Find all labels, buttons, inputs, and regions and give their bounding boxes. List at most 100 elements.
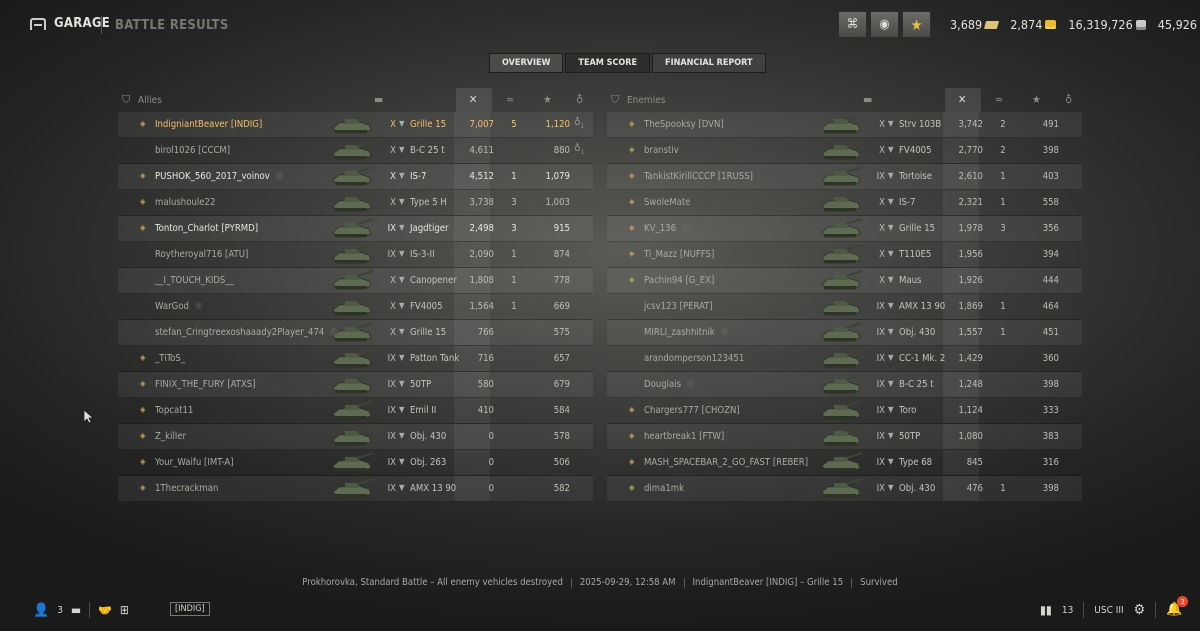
table-row[interactable]: ◈ IndigniantBeaver [INDIG] X ▼ Grille 15 7,00… — [118, 112, 593, 138]
notifications-button[interactable]: 🔔 3 — [1166, 596, 1188, 618]
clan-emblem-icon: ◈ — [140, 483, 146, 492]
bonds-button[interactable]: ◉ — [870, 11, 899, 38]
table-row[interactable]: arandomperson123451 IX ▼ CC-1 Mk. 2 1,429 360 — [607, 346, 1082, 372]
player-name: _TiToS_ — [155, 353, 186, 364]
player-name: TheSpooksy [DVN] — [644, 119, 724, 130]
medal-count: 1 — [580, 149, 585, 156]
vehicle-class-icon: ▼ — [399, 119, 405, 128]
vehicle-name: IS-3-II — [410, 249, 435, 260]
tank-icon[interactable]: ▬ — [863, 93, 872, 106]
table-row[interactable]: ◈ KV_136 X ▼ Grille 15 1,978 3 356 ◎ — [607, 216, 1082, 242]
frags-column-icon[interactable]: ≈ — [506, 93, 514, 106]
clan-tag-button[interactable]: [INDIG] — [170, 602, 210, 616]
table-row[interactable]: ◈ malushoule22 X ▼ Type 5 H 3,738 3 1,003 — [118, 190, 593, 216]
vehicle-class-icon: ▼ — [888, 327, 894, 336]
table-row[interactable]: ◈ Topcat11 IX ▼ Emil II 410 584 — [118, 398, 593, 424]
damage-sort-icon[interactable]: ✕ — [958, 93, 966, 106]
friends-icon[interactable]: 👤 — [33, 603, 49, 618]
divider — [1155, 602, 1156, 618]
chat-icon[interactable]: ▬ — [71, 603, 81, 617]
bonds-icon — [984, 20, 1000, 29]
medal-icon: ♁1 — [574, 143, 585, 156]
vehicle-tier: IX — [876, 327, 885, 338]
vehicle-tier: IX — [387, 483, 396, 494]
vehicle-name: B-C 25 t — [410, 145, 445, 156]
clan-emblem-icon: ◈ — [629, 431, 635, 440]
player-name: heartbreak1 [FTW] — [644, 431, 725, 442]
xp-value: 491 — [1042, 119, 1059, 130]
table-row[interactable]: MIRLI_zashhitnik IX ▼ Obj. 430 1,557 1 451 ◎ — [607, 320, 1082, 346]
frags-value: 1 — [511, 301, 517, 312]
tab-team-score[interactable]: TEAM SCORE — [565, 53, 651, 73]
xp-value: 578 — [553, 431, 570, 442]
frags-value: 1 — [1000, 301, 1006, 312]
table-row[interactable]: ◈ TankistKirillCCCP [1RUSS] IX ▼ Tortoise 2,6… — [607, 164, 1082, 190]
damage-value: 1,124 — [958, 405, 983, 416]
medal-column-icon[interactable]: ♁ — [1065, 93, 1072, 106]
table-row[interactable]: jcsv123 [PERAT] IX ▼ AMX 13 90 1,869 1 464 — [607, 294, 1082, 320]
server-label[interactable]: USC III — [1094, 605, 1123, 616]
clan-icon[interactable]: ⊞ — [120, 603, 129, 617]
vehicle-class-icon: ▼ — [399, 353, 405, 362]
table-row[interactable]: Douglais IX ▼ B-C 25 t 1,248 398 ◎ — [607, 372, 1082, 398]
vehicle-class-icon: ▼ — [888, 223, 894, 232]
player-name: Z_killer — [155, 431, 186, 442]
table-row[interactable]: ◈ Tonton_Charlot [PYRMD] IX ▼ Jagdtiger 2,498… — [118, 216, 593, 242]
vehicle-image — [818, 451, 864, 473]
table-row[interactable]: WarGod X ▼ FV4005 1,564 1 669 ◎ — [118, 294, 593, 320]
table-row[interactable]: birol1026 [CCCM] X ▼ B-C 25 t 4,611 880 ♁1 — [118, 138, 593, 164]
table-row[interactable]: ◈ SwoleMate X ▼ IS-7 2,321 1 558 — [607, 190, 1082, 216]
table-row[interactable]: ◈ Z_killer IX ▼ Obj. 430 0 578 — [118, 424, 593, 450]
table-row[interactable]: __I_TOUCH_KIDS__ X ▼ Canopener 1,808 1 778 — [118, 268, 593, 294]
reward-button[interactable]: ★ — [902, 11, 931, 38]
vehicle-name: Canopener — [410, 275, 457, 286]
spotted-eye-icon: ◎ — [276, 171, 284, 181]
vehicle-name: Jagdtiger — [410, 223, 449, 234]
table-row[interactable]: stefan_Cringtreexoshaaady2Player_474 X ▼ Gr… — [118, 320, 593, 346]
damage-value: 3,742 — [958, 119, 983, 130]
vehicle-name: Patton Tank — [410, 353, 460, 364]
xp-value: 1,120 — [545, 119, 570, 130]
xp-column-icon[interactable]: ★ — [1032, 93, 1041, 106]
table-row[interactable]: ◈ Pachin94 [G_EX] X ▼ Maus 1,926 444 — [607, 268, 1082, 294]
table-row[interactable]: ◈ PUSHOK_560_2017_voinov X ▼ IS-7 4,512 1 1,079… — [118, 164, 593, 190]
damage-value: 1,557 — [958, 327, 983, 338]
table-row[interactable]: ◈ FINIX_THE_FURY [ATXS] IX ▼ 50TP 580 679 — [118, 372, 593, 398]
spotted-eye-icon: ◎ — [721, 327, 729, 337]
handshake-icon[interactable]: 🤝 — [98, 604, 112, 617]
table-row[interactable]: ◈ MASH_SPACEBAR_2_GO_FAST [REBER] IX ▼ Type … — [607, 450, 1082, 476]
tab-overview[interactable]: OVERVIEW — [489, 53, 564, 73]
vehicle-name: Grille 15 — [410, 119, 447, 130]
table-row[interactable]: ◈ Ti_Mazz [NUFFS] X ▼ T110E5 1,956 394 — [607, 242, 1082, 268]
garage-button[interactable]: GARAGE — [30, 16, 110, 31]
tab-financial-report[interactable]: FINANCIAL REPORT — [652, 53, 766, 73]
table-row[interactable]: ◈ Chargers777 [CHOZN] IX ▼ Toro 1,124 333 — [607, 398, 1082, 424]
vehicle-class-icon: ▼ — [399, 171, 405, 180]
allies-table: ⛉ Allies ▬ ✕ ≈ ★ ♁ ◈ IndigniantBeaver [IN… — [118, 88, 593, 502]
table-row[interactable]: ◈ heartbreak1 [FTW] IX ▼ 50TP 1,080 383 — [607, 424, 1082, 450]
damage-sort-icon[interactable]: ✕ — [469, 93, 477, 106]
frags-column-icon[interactable]: ≈ — [995, 93, 1003, 106]
tank-icon[interactable]: ▬ — [374, 93, 383, 106]
vehicle-tier: X — [879, 197, 885, 208]
vehicle-image — [329, 373, 375, 395]
table-row[interactable]: ◈ TheSpooksy [DVN] X ▼ Strv 103B 3,742 2 491 — [607, 112, 1082, 138]
medal-column-icon[interactable]: ♁ — [576, 93, 583, 106]
divider — [683, 577, 685, 588]
xp-column-icon[interactable]: ★ — [543, 93, 552, 106]
table-row[interactable]: ◈ 1Thecrackman IX ▼ AMX 13 90 0 582 — [118, 476, 593, 502]
player-name: KV_136 — [644, 223, 677, 234]
damage-value: 716 — [477, 353, 494, 364]
vehicle-image — [818, 373, 864, 395]
settings-gear-icon[interactable]: ⚙ — [1134, 602, 1145, 618]
wot-plus-button[interactable]: ⌘ — [838, 11, 867, 38]
table-row[interactable]: Roytheroyal716 [ATU] IX ▼ IS-3-II 2,090 1 874 — [118, 242, 593, 268]
table-row[interactable]: ◈ Your_Waifu [IMT-A] IX ▼ Obj. 263 0 506 — [118, 450, 593, 476]
table-row[interactable]: ◈ dima1mk IX ▼ Obj. 430 476 1 398 — [607, 476, 1082, 502]
table-row[interactable]: ◈ _TiToS_ IX ▼ Patton Tank 716 657 — [118, 346, 593, 372]
stats-icon[interactable]: ▮▮ — [1040, 603, 1052, 617]
vehicle-name: Grille 15 — [410, 327, 447, 338]
vehicle-name: B-C 25 t — [899, 379, 934, 390]
table-row[interactable]: ◈ branstiv X ▼ FV4005 2,770 2 398 — [607, 138, 1082, 164]
damage-value: 2,610 — [958, 171, 983, 182]
